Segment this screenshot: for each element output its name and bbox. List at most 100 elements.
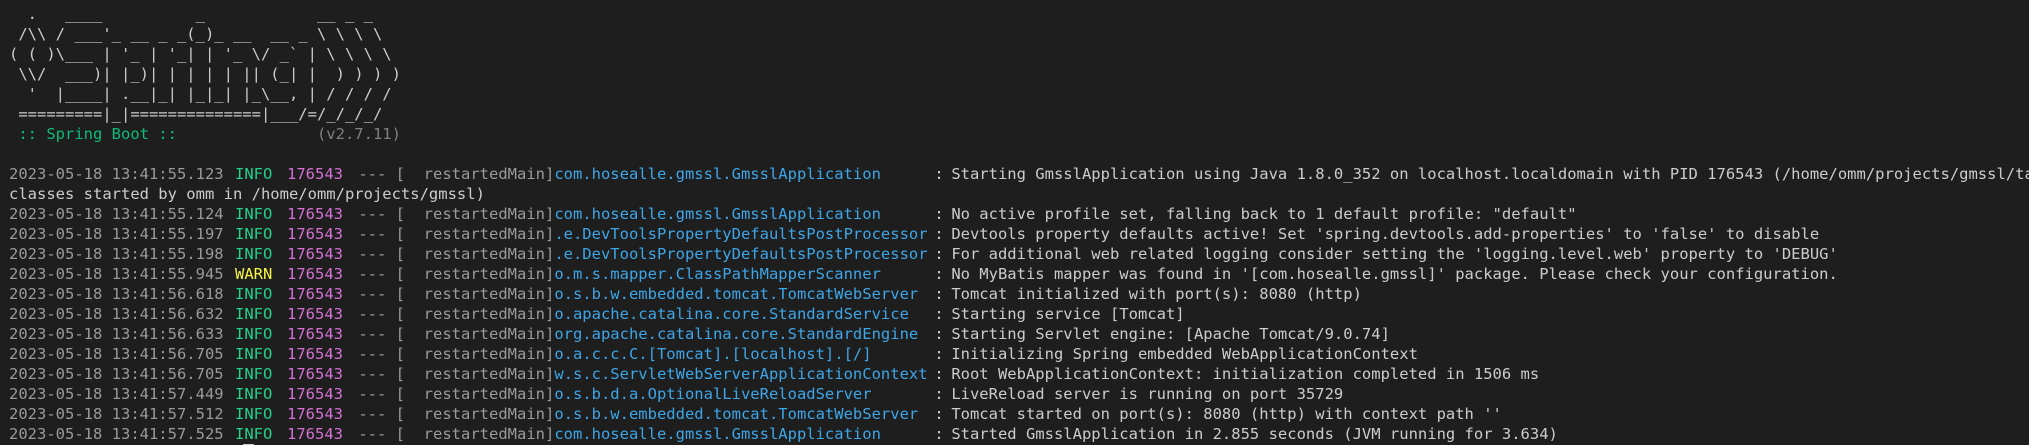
log-timestamp: 2023-05-18 13:41:55.198	[9, 245, 224, 263]
spring-boot-ascii-banner: . ____ _ __ _ _ /\\ / ___'_ __ _ _(_)_ _…	[9, 5, 401, 123]
log-separator: --- [	[349, 165, 405, 183]
log-line: 2023-05-18 13:41:55.124 INFO 176543 --- [ …	[9, 204, 2024, 224]
log-message: Root WebApplicationContext: initializati…	[951, 365, 1540, 383]
log-message: Tomcat started on port(s): 8080 (http) w…	[951, 405, 1502, 423]
log-pid: 176543	[287, 365, 343, 383]
log-separator: --- [	[349, 385, 405, 403]
log-pid: 176543	[287, 165, 343, 183]
log-timestamp: 2023-05-18 13:41:56.632	[9, 305, 224, 323]
log-timestamp: 2023-05-18 13:41:56.618	[9, 285, 224, 303]
log-pid: 176543	[287, 265, 343, 283]
log-level: INFO	[235, 305, 273, 323]
log-message: Starting Servlet engine: [Apache Tomcat/…	[951, 325, 1390, 343]
log-line: 2023-05-18 13:41:56.632 INFO 176543 --- [ …	[9, 304, 2024, 324]
log-message: Initializing Spring embedded WebApplicat…	[951, 345, 1418, 363]
log-line: 2023-05-18 13:41:55.123 INFO 176543 --- [ …	[9, 164, 2029, 184]
log-colon: :	[934, 345, 944, 363]
log-level: INFO	[235, 325, 273, 343]
log-thread: restartedMain]	[405, 305, 555, 323]
log-level: WARN	[235, 265, 273, 283]
log-pid: 176543	[287, 425, 343, 443]
log-message: Tomcat initialized with port(s): 8080 (h…	[951, 285, 1362, 303]
log-pid: 176543	[287, 305, 343, 323]
log-level: INFO	[235, 165, 273, 183]
terminal-output[interactable]: . ____ _ __ _ _ /\\ / ___'_ __ _ _(_)_ _…	[0, 0, 2029, 445]
log-line: 2023-05-18 13:41:57.512 INFO 176543 --- [ …	[9, 404, 2024, 424]
log-logger: org.apache.catalina.core.StandardEngine	[554, 325, 919, 343]
log-line: 2023-05-18 13:41:55.197 INFO 176543 --- [ …	[9, 224, 2024, 244]
log-colon: :	[934, 385, 944, 403]
log-thread: restartedMain]	[405, 265, 555, 283]
log-thread: restartedMain]	[405, 245, 555, 263]
log-colon: :	[934, 325, 944, 343]
log-thread: restartedMain]	[405, 285, 555, 303]
log-thread: restartedMain]	[405, 345, 555, 363]
log-timestamp: 2023-05-18 13:41:55.124	[9, 205, 224, 223]
log-timestamp: 2023-05-18 13:41:55.197	[9, 225, 224, 243]
log-colon: :	[934, 165, 944, 183]
log-colon: :	[934, 245, 944, 263]
log-thread: restartedMain]	[405, 225, 555, 243]
log-level: INFO	[235, 385, 273, 403]
log-colon: :	[934, 265, 944, 283]
log-thread: restartedMain]	[405, 165, 555, 183]
log-pid: 176543	[287, 205, 343, 223]
spring-boot-version: (v2.7.11)	[186, 125, 401, 143]
log-logger: o.s.b.d.a.OptionalLiveReloadServer	[554, 385, 872, 403]
log-logger: com.hosealle.gmssl.GmsslApplication	[554, 165, 881, 183]
log-line: 2023-05-18 13:41:56.705 INFO 176543 --- [ …	[9, 364, 2024, 384]
log-timestamp: 2023-05-18 13:41:56.633	[9, 325, 224, 343]
log-message: Started GmsslApplication in 2.855 second…	[951, 425, 1558, 443]
log-logger: o.s.b.w.embedded.tomcat.TomcatWebServer	[554, 285, 919, 303]
log-message: No active profile set, falling back to 1…	[951, 205, 1577, 223]
log-timestamp: 2023-05-18 13:41:56.705	[9, 345, 224, 363]
log-logger: o.a.c.c.C.[Tomcat].[localhost].[/]	[554, 345, 872, 363]
log-colon: :	[934, 365, 944, 383]
log-line: 2023-05-18 13:41:56.618 INFO 176543 --- [ …	[9, 284, 2024, 304]
log-logger: o.s.b.w.embedded.tomcat.TomcatWebServer	[554, 405, 919, 423]
log-thread: restartedMain]	[405, 365, 555, 383]
log-level: INFO	[235, 405, 273, 423]
log-thread: restartedMain]	[405, 325, 555, 343]
log-separator: --- [	[349, 245, 405, 263]
log-message: Starting GmsslApplication using Java 1.8…	[951, 165, 2029, 183]
log-logger: o.m.s.mapper.ClassPathMapperScanner	[554, 265, 881, 283]
log-message: No MyBatis mapper was found in '[com.hos…	[951, 265, 1838, 283]
log-lines: 2023-05-18 13:41:55.123 INFO 176543 --- [ …	[9, 164, 2029, 445]
log-timestamp: 2023-05-18 13:41:55.123	[9, 165, 224, 183]
log-thread: restartedMain]	[405, 385, 555, 403]
log-line: 2023-05-18 13:41:56.633 INFO 176543 --- [ …	[9, 324, 2024, 344]
log-level: INFO	[235, 425, 273, 443]
log-thread: restartedMain]	[405, 425, 555, 443]
log-message: Starting service [Tomcat]	[951, 305, 1185, 323]
log-pid: 176543	[287, 225, 343, 243]
log-timestamp: 2023-05-18 13:41:57.449	[9, 385, 224, 403]
log-level: INFO	[235, 245, 273, 263]
log-line: 2023-05-18 13:41:55.198 INFO 176543 --- [ …	[9, 244, 2024, 264]
log-pid: 176543	[287, 405, 343, 423]
log-separator: --- [	[349, 425, 405, 443]
log-colon: :	[934, 405, 944, 423]
log-message: Devtools property defaults active! Set '…	[951, 225, 1820, 243]
log-colon: :	[934, 205, 944, 223]
log-logger: com.hosealle.gmssl.GmsslApplication	[554, 205, 881, 223]
log-logger: .e.DevToolsPropertyDefaultsPostProcessor	[554, 245, 928, 263]
log-logger: .e.DevToolsPropertyDefaultsPostProcessor	[554, 225, 928, 243]
log-separator: --- [	[349, 405, 405, 423]
log-level: INFO	[235, 345, 273, 363]
log-pid: 176543	[287, 285, 343, 303]
log-colon: :	[934, 305, 944, 323]
log-separator: --- [	[349, 225, 405, 243]
log-logger: w.s.c.ServletWebServerApplicationContext	[554, 365, 928, 383]
log-logger: com.hosealle.gmssl.GmsslApplication	[554, 425, 881, 443]
log-separator: --- [	[349, 305, 405, 323]
log-message: LiveReload server is running on port 357…	[951, 385, 1344, 403]
log-timestamp: 2023-05-18 13:41:57.525	[9, 425, 224, 443]
log-separator: --- [	[349, 205, 405, 223]
log-separator: --- [	[349, 365, 405, 383]
log-separator: --- [	[349, 285, 405, 303]
spring-boot-label: :: Spring Boot ::	[9, 125, 187, 143]
log-message: For additional web related logging consi…	[951, 245, 1838, 263]
log-colon: :	[934, 425, 944, 443]
log-level: INFO	[235, 365, 273, 383]
